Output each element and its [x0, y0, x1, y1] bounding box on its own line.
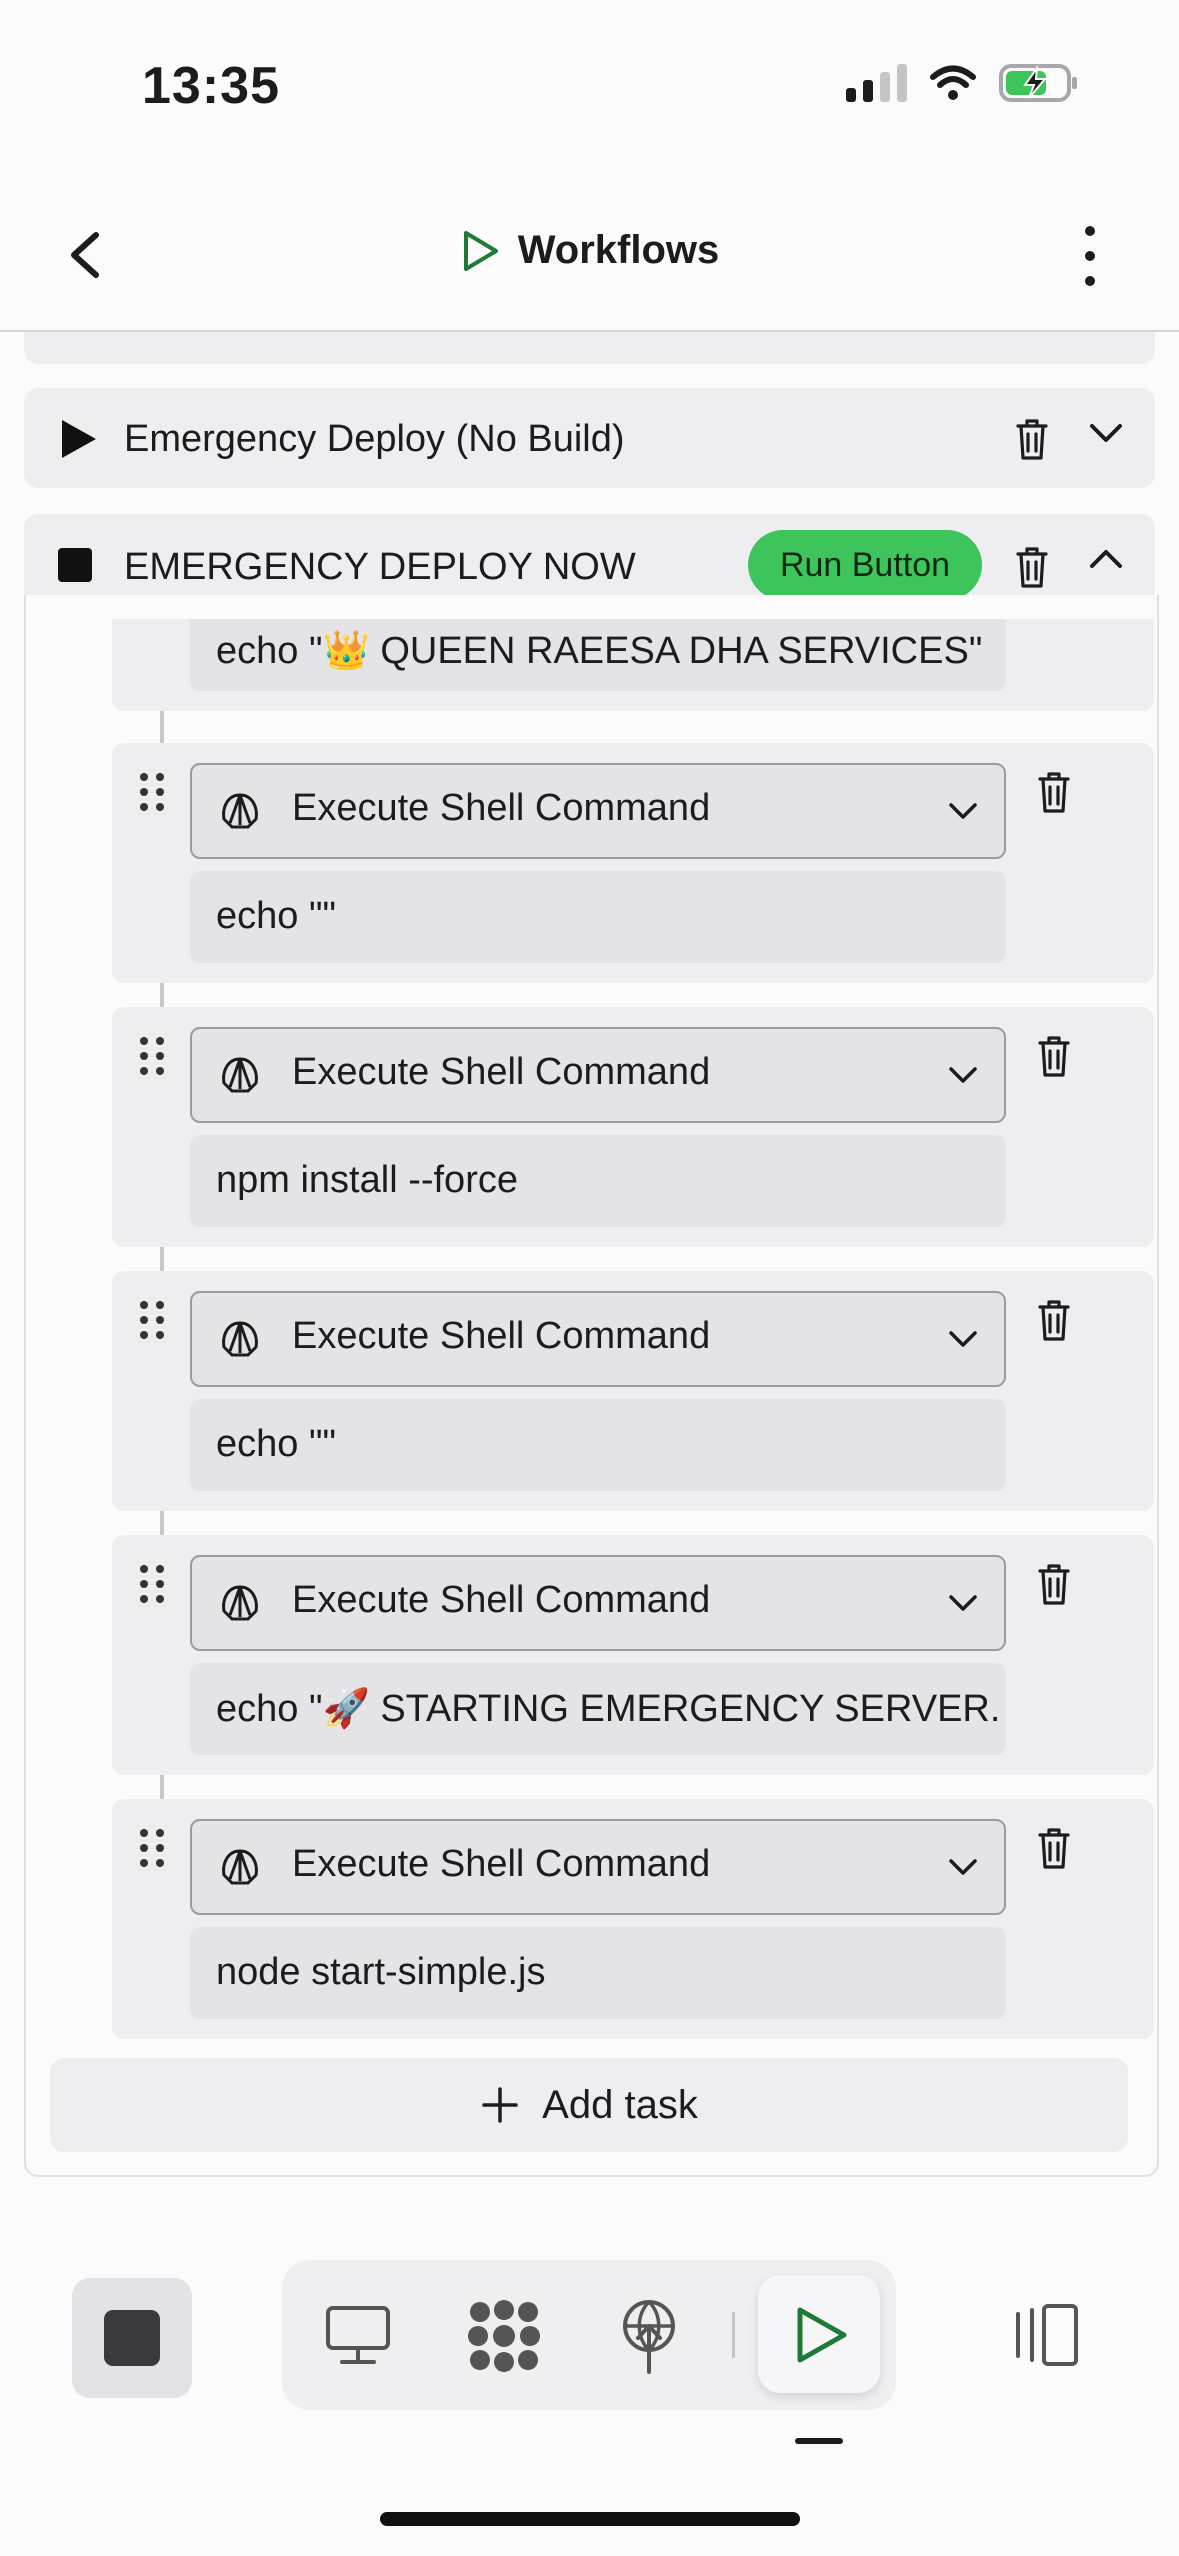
shell-icon: [222, 1057, 258, 1093]
chevron-down-icon: [949, 1859, 977, 1875]
header-title-group: Workflows: [0, 228, 1179, 273]
split-pane-icon[interactable]: [1010, 2300, 1082, 2370]
trash-icon[interactable]: [1034, 769, 1074, 815]
chevron-down-icon: [949, 1067, 977, 1083]
chevron-up-icon[interactable]: [1086, 544, 1126, 574]
trash-icon[interactable]: [1012, 544, 1052, 590]
shell-icon: [222, 1849, 258, 1885]
chevron-down-icon: [949, 1595, 977, 1611]
command-text: echo "👑 QUEEN RAEESA DHA SERVICES": [216, 630, 983, 672]
drag-handle-icon[interactable]: [140, 1301, 166, 1341]
command-input[interactable]: node start-simple.js: [190, 1927, 1006, 2019]
command-input[interactable]: npm install --force: [190, 1135, 1006, 1227]
battery-charging-icon: [999, 64, 1077, 102]
task-card: Execute Shell Command echo "": [112, 1271, 1154, 1511]
command-text: echo "": [216, 895, 336, 937]
chevron-down-icon[interactable]: [1086, 418, 1126, 448]
command-text: node start-simple.js: [216, 1951, 546, 1993]
task-type-select[interactable]: Execute Shell Command: [190, 1291, 1006, 1387]
task-card: Execute Shell Command echo "": [112, 743, 1154, 983]
task-type-label: Execute Shell Command: [292, 787, 711, 829]
task-type-label: Execute Shell Command: [292, 1579, 711, 1621]
trash-icon[interactable]: [1034, 1561, 1074, 1607]
command-input[interactable]: echo "👑 QUEEN RAEESA DHA SERVICES": [190, 619, 1006, 691]
add-task-label: Add task: [542, 2082, 698, 2127]
play-outline-icon: [463, 230, 498, 271]
shell-icon: [222, 793, 258, 829]
cellular-signal-icon: [846, 64, 907, 102]
toolbar-divider: [732, 2312, 735, 2358]
task-type-select[interactable]: Execute Shell Command: [190, 763, 1006, 859]
active-tab-indicator: [795, 2438, 843, 2444]
wifi-icon: [930, 65, 976, 100]
command-text: echo "🚀 STARTING EMERGENCY SERVER.: [216, 1688, 1001, 1730]
trash-icon[interactable]: [1012, 416, 1052, 462]
trash-icon[interactable]: [1034, 1033, 1074, 1079]
drag-handle-icon[interactable]: [140, 1037, 166, 1077]
plus-icon: [482, 2087, 518, 2123]
add-task-button[interactable]: Add task: [50, 2058, 1128, 2152]
packages-icon[interactable]: [464, 2296, 544, 2376]
task-list: echo "👑 QUEEN RAEESA DHA SERVICES" Execu…: [24, 595, 1159, 2177]
trash-icon[interactable]: [1034, 1825, 1074, 1871]
chevron-down-icon: [949, 803, 977, 819]
task-type-label: Execute Shell Command: [292, 1315, 711, 1357]
play-filled-icon[interactable]: [58, 418, 98, 460]
task-type-select[interactable]: Execute Shell Command: [190, 1027, 1006, 1123]
task-type-label: Execute Shell Command: [292, 1843, 711, 1885]
stop-button[interactable]: [72, 2278, 192, 2398]
run-button[interactable]: Run Button: [748, 530, 982, 600]
workflows-tab[interactable]: [758, 2275, 880, 2393]
task-card: Execute Shell Command npm install --forc…: [112, 1007, 1154, 1247]
drag-handle-icon[interactable]: [140, 1829, 166, 1869]
task-type-select[interactable]: Execute Shell Command: [190, 1555, 1006, 1651]
command-input[interactable]: echo "🚀 STARTING EMERGENCY SERVER.: [190, 1663, 1006, 1755]
drag-handle-icon[interactable]: [140, 773, 166, 813]
stop-square-icon[interactable]: [58, 548, 92, 582]
workflow-title: EMERGENCY DEPLOY NOW: [124, 546, 636, 588]
stop-icon: [104, 2310, 160, 2366]
task-card-partial: echo "👑 QUEEN RAEESA DHA SERVICES": [112, 619, 1154, 711]
trash-icon[interactable]: [1034, 1297, 1074, 1343]
page-title: Workflows: [517, 228, 720, 272]
workflow-row[interactable]: Emergency Deploy (No Build): [24, 388, 1155, 488]
shell-icon: [222, 1585, 258, 1621]
task-type-select[interactable]: Execute Shell Command: [190, 1819, 1006, 1915]
command-input[interactable]: echo "": [190, 871, 1006, 963]
command-input[interactable]: echo "": [190, 1399, 1006, 1491]
more-options-button[interactable]: [1070, 226, 1110, 286]
command-text: echo "": [216, 1423, 336, 1465]
workflow-row-partial[interactable]: [24, 332, 1155, 364]
status-icons: [846, 62, 1079, 104]
home-indicator: [380, 2512, 800, 2526]
chevron-down-icon: [949, 1331, 977, 1347]
status-time: 13:35: [142, 57, 280, 115]
play-outline-icon: [797, 2307, 847, 2363]
desktop-icon[interactable]: [322, 2302, 394, 2368]
drag-handle-icon[interactable]: [140, 1565, 166, 1605]
workflow-title: Emergency Deploy (No Build): [124, 418, 625, 460]
deploy-antenna-icon[interactable]: [614, 2296, 684, 2376]
task-card: Execute Shell Command echo "🚀 STARTING E…: [112, 1535, 1154, 1775]
command-text: npm install --force: [216, 1159, 518, 1201]
task-card: Execute Shell Command node start-simple.…: [112, 1799, 1154, 2039]
shell-icon: [222, 1321, 258, 1357]
task-type-label: Execute Shell Command: [292, 1051, 711, 1093]
